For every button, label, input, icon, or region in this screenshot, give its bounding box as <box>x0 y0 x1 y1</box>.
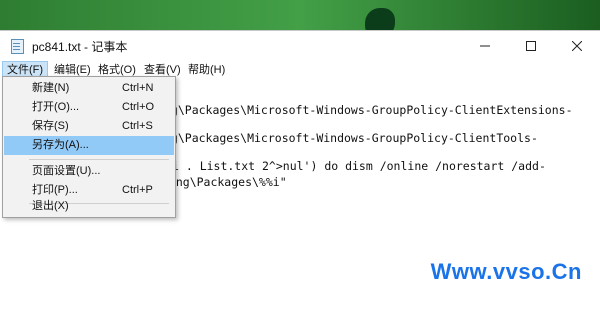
maximize-icon <box>526 41 536 51</box>
menu-item-new[interactable]: 新建(N) Ctrl+N <box>4 79 174 98</box>
editor-line: ng\Packages\Microsoft-Windows-GroupPolic… <box>164 103 573 117</box>
menu-item-save-as[interactable]: 另存为(A)... <box>4 136 174 155</box>
menu-separator <box>29 159 169 160</box>
close-button[interactable] <box>554 31 600 61</box>
notepad-icon <box>10 38 24 54</box>
menu-item-label: 退出(X) <box>32 200 69 212</box>
maximize-button[interactable] <box>508 31 554 61</box>
menu-item-page-setup[interactable]: 页面设置(U)... <box>4 162 174 181</box>
editor-line: ng\Packages\Microsoft-Windows-GroupPolic… <box>164 131 538 145</box>
site-watermark: Www.vvso.Cn <box>430 259 582 284</box>
close-icon <box>572 41 582 51</box>
window-controls <box>462 31 600 61</box>
menu-help[interactable]: 帮助(H) <box>184 61 229 79</box>
editor-line: i . List.txt 2^>nul') do dism /online /n… <box>172 159 546 173</box>
minimize-button[interactable] <box>462 31 508 61</box>
menu-item-label: 新建(N) <box>32 82 70 94</box>
editor-line: cing\Packages\%%i" <box>162 175 287 189</box>
menu-item-label: 另存为(A)... <box>32 139 89 151</box>
menu-item-label: 打开(O)... <box>32 101 80 113</box>
menu-item-exit[interactable]: 退出(X) <box>4 197 174 216</box>
desktop-background <box>0 0 600 30</box>
window-title: pc841.txt - 记事本 <box>32 39 128 54</box>
menu-item-open[interactable]: 打开(O)... Ctrl+O <box>4 98 174 117</box>
menu-item-save[interactable]: 保存(S) Ctrl+S <box>4 117 174 136</box>
title-bar[interactable]: pc841.txt - 记事本 <box>0 31 600 61</box>
menu-item-shortcut: Ctrl+O <box>122 101 155 113</box>
menu-item-shortcut: Ctrl+N <box>122 82 154 94</box>
file-menu-dropdown: 新建(N) Ctrl+N 打开(O)... Ctrl+O 保存(S) Ctrl+… <box>2 76 176 218</box>
menu-item-label: 保存(S) <box>32 120 69 132</box>
menu-item-label: 页面设置(U)... <box>32 165 101 177</box>
minimize-icon <box>480 45 490 47</box>
menu-item-shortcut: Ctrl+S <box>122 120 153 132</box>
